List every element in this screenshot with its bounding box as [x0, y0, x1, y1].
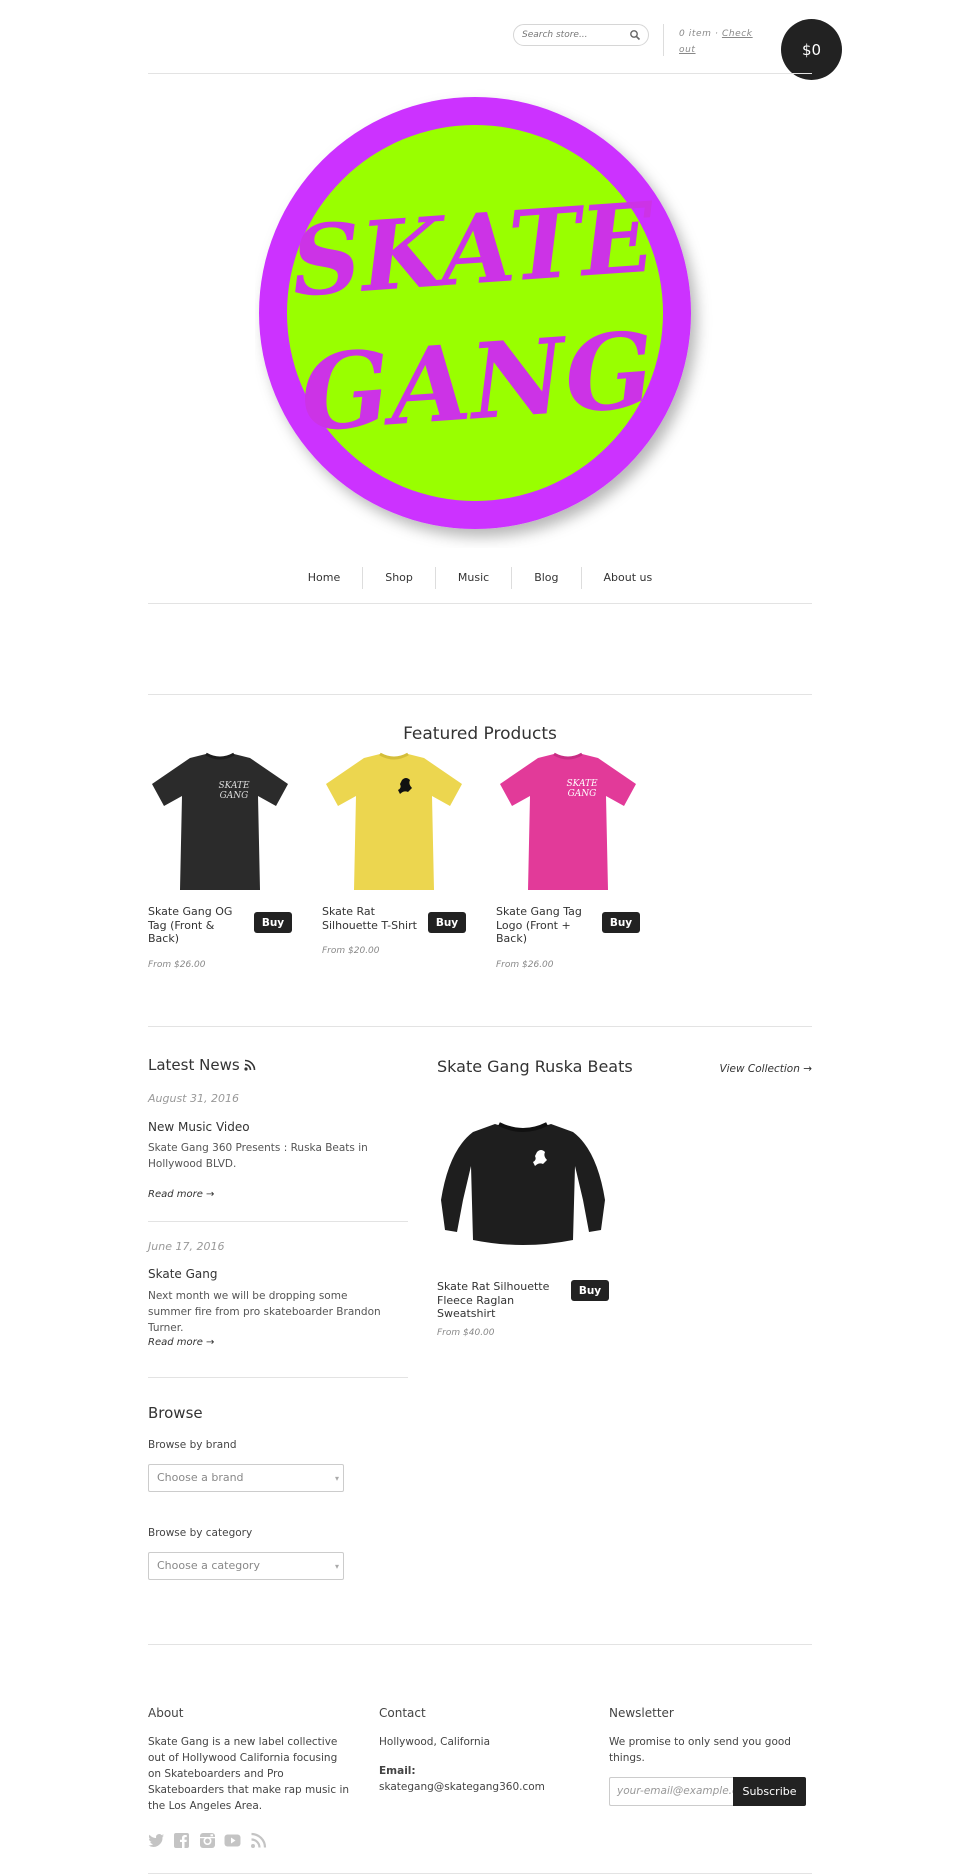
view-collection-link[interactable]: View Collection →: [700, 1063, 812, 1075]
facebook-icon[interactable]: [173, 1832, 190, 1849]
brand-select-value: Choose a brand: [157, 1471, 244, 1484]
category-select[interactable]: Choose a category ▾: [148, 1552, 344, 1580]
brand-select[interactable]: Choose a brand ▾: [148, 1464, 344, 1492]
featured-title: Featured Products: [403, 724, 557, 744]
rss-icon[interactable]: [244, 1059, 256, 1071]
read-more-link[interactable]: Read more →: [148, 1189, 214, 1200]
product-image-tag-logo[interactable]: SKATEGANG: [496, 750, 640, 894]
search-icon[interactable]: [629, 29, 641, 41]
footer-about-title: About: [148, 1706, 184, 1720]
cart-separator: ·: [715, 29, 719, 39]
section-rule: [148, 694, 812, 695]
buy-button[interactable]: Buy: [571, 1280, 609, 1301]
footer-newsletter-text: We promise to only send you good things.: [609, 1736, 791, 1764]
skate-gang-logo[interactable]: SKATE GANG: [255, 88, 715, 548]
search-input[interactable]: [522, 28, 626, 42]
post-excerpt: Skate Gang 360 Presents : Ruska Beats in…: [148, 1142, 368, 1170]
instagram-icon[interactable]: [199, 1832, 216, 1849]
svg-text:SKATE: SKATE: [218, 781, 250, 791]
youtube-icon[interactable]: [224, 1832, 241, 1849]
footer-email-link[interactable]: skategang@skategang360.com: [379, 1779, 545, 1795]
product-card[interactable]: Skate Rat Silhouette Fleece Raglan Sweat…: [437, 1110, 609, 1338]
nav-blog[interactable]: Blog: [511, 567, 580, 589]
svg-text:SKATE: SKATE: [566, 779, 598, 789]
post-divider: [148, 1221, 408, 1222]
product-name[interactable]: Skate Rat Silhouette Fleece Raglan Sweat…: [437, 1280, 552, 1321]
product-name[interactable]: Skate Gang OG Tag (Front & Back): [148, 905, 248, 946]
svg-text:GANG: GANG: [568, 789, 597, 799]
nav-rule: [148, 603, 812, 604]
post-title[interactable]: New Music Video: [148, 1120, 250, 1134]
footer-about-text: Skate Gang is a new label collective out…: [148, 1736, 350, 1812]
footer-contact-location: Hollywood, California: [379, 1736, 491, 1748]
section-rule: [148, 1026, 812, 1027]
product-price: From $26.00: [496, 960, 554, 970]
nav-about-us[interactable]: About us: [580, 567, 675, 589]
product-card[interactable]: SKATE GANG Skate Gang OG Tag (Front & Bac…: [148, 750, 292, 970]
newsletter-email-input[interactable]: your-email@example.com: [609, 1777, 733, 1806]
main-nav: Home Shop Music Blog About us: [148, 565, 812, 591]
product-card[interactable]: SKATE GANG Skate Gang Tag Logo (Front + B…: [496, 750, 640, 970]
product-name[interactable]: Skate Rat Silhouette T-Shirt: [322, 905, 422, 932]
subscribe-button[interactable]: Subscribe: [733, 1777, 806, 1806]
cart-item-count: 0 item: [679, 29, 712, 39]
product-image-fleece-sweatshirt[interactable]: [437, 1110, 609, 1254]
header-divider: [663, 24, 664, 56]
footer-contact-title: Contact: [379, 1706, 426, 1720]
product-image-skate-rat-tee[interactable]: [322, 750, 466, 894]
buy-button[interactable]: Buy: [602, 912, 640, 933]
footer-rule: [148, 1644, 812, 1645]
category-select-value: Choose a category: [157, 1559, 260, 1572]
browse-brand-label: Browse by brand: [148, 1439, 237, 1451]
browse-category-label: Browse by category: [148, 1527, 253, 1539]
rss-icon[interactable]: [250, 1832, 267, 1849]
nav-home[interactable]: Home: [286, 567, 362, 589]
twitter-icon[interactable]: [148, 1832, 165, 1849]
nav-music[interactable]: Music: [434, 567, 511, 589]
header-rule: [148, 73, 812, 74]
product-price: From $20.00: [322, 946, 380, 956]
latest-news-heading: Latest News: [148, 1056, 240, 1074]
logo-text-gang: GANG: [297, 308, 658, 455]
post-title[interactable]: Skate Gang: [148, 1267, 218, 1281]
cart-summary: 0 item · Check out: [679, 26, 769, 58]
post-date: August 31, 2016: [148, 1092, 239, 1105]
product-price: From $26.00: [148, 960, 206, 970]
search-box[interactable]: [513, 24, 649, 46]
footer-email-label: Email:: [379, 1765, 416, 1777]
chevron-down-icon: ▾: [334, 1562, 339, 1571]
post-date: June 17, 2016: [148, 1240, 225, 1253]
product-price: From $40.00: [437, 1328, 495, 1338]
footer-newsletter-title: Newsletter: [609, 1706, 674, 1720]
product-name[interactable]: Skate Gang Tag Logo (Front + Back): [496, 905, 596, 946]
buy-button[interactable]: Buy: [254, 912, 292, 933]
footer-bottom-rule: [148, 1873, 812, 1874]
cart-total-button[interactable]: $0: [781, 19, 842, 80]
svg-text:GANG: GANG: [220, 791, 249, 801]
collection-title: Skate Gang Ruska Beats: [437, 1057, 633, 1076]
buy-button[interactable]: Buy: [428, 912, 466, 933]
latest-news-title: Latest News: [148, 1056, 256, 1074]
product-image-og-tag[interactable]: SKATEGANG: [148, 750, 292, 894]
post-excerpt: Next month we will be dropping some summ…: [148, 1290, 381, 1334]
product-card[interactable]: Skate Rat Silhouette T-Shirt From $20.00…: [322, 750, 466, 956]
post-divider: [148, 1377, 408, 1378]
nav-shop[interactable]: Shop: [362, 567, 435, 589]
read-more-link[interactable]: Read more →: [148, 1337, 214, 1348]
chevron-down-icon: ▾: [334, 1474, 339, 1483]
browse-title: Browse: [148, 1404, 203, 1422]
